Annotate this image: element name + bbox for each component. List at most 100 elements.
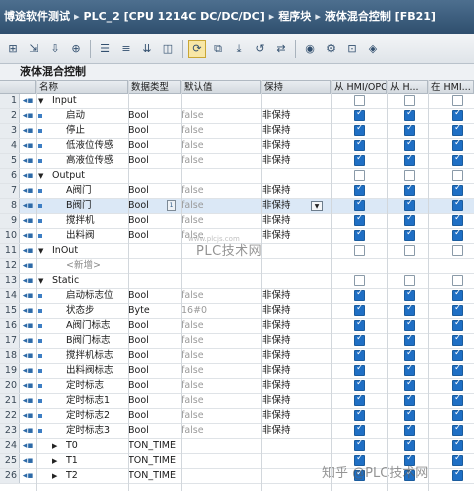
hmi-accessible-checkbox[interactable]	[354, 183, 365, 196]
variable-retain[interactable]: 非保持	[262, 334, 328, 348]
list2-icon[interactable]: ≡	[117, 40, 135, 58]
hmi-visible-checkbox[interactable]	[404, 198, 415, 211]
hmi-setpoint-checkbox[interactable]	[452, 138, 463, 151]
variable-name[interactable]: T0	[66, 439, 128, 453]
row-number[interactable]: 20	[0, 379, 20, 393]
variable-default-value[interactable]: false	[181, 289, 259, 303]
variable-datatype[interactable]: TON_TIME	[128, 439, 180, 453]
variable-retain[interactable]: 非保持	[262, 424, 328, 438]
download-icon[interactable]: ⇩	[46, 40, 64, 58]
variable-name[interactable]: 出料阀	[66, 229, 128, 243]
breadcrumb-item[interactable]: 程序块	[278, 0, 311, 34]
variable-retain[interactable]	[262, 469, 328, 483]
retain-icon[interactable]: ⊡	[343, 40, 361, 58]
breadcrumb-item[interactable]: 液体混合控制 [FB21]	[325, 0, 436, 34]
hmi-setpoint-checkbox[interactable]	[452, 228, 463, 241]
hmi-visible-checkbox[interactable]	[404, 423, 415, 436]
variable-default-value[interactable]: false	[181, 379, 259, 393]
hmi-setpoint-checkbox[interactable]	[452, 363, 463, 376]
hmi-visible-checkbox[interactable]	[404, 108, 415, 121]
hmi-visible-checkbox[interactable]	[404, 170, 415, 181]
variable-default-value[interactable]: false	[181, 409, 259, 423]
variable-name[interactable]: B阀门	[66, 199, 128, 213]
variable-retain[interactable]: 非保持	[262, 364, 328, 378]
variable-name[interactable]: A阀门	[66, 184, 128, 198]
variable-default-value[interactable]	[181, 259, 259, 273]
variable-retain[interactable]: 非保持	[262, 349, 328, 363]
expand-icon[interactable]: ▶	[52, 454, 57, 468]
variable-default-value[interactable]: false	[181, 199, 259, 213]
variable-retain[interactable]: 非保持	[262, 319, 328, 333]
variable-retain[interactable]	[262, 169, 328, 183]
variable-name[interactable]: Static	[52, 274, 128, 288]
hmi-setpoint-checkbox[interactable]	[452, 348, 463, 361]
variable-default-value[interactable]: false	[181, 334, 259, 348]
header-name[interactable]: 名称	[36, 81, 128, 94]
row-number[interactable]: 5	[0, 154, 20, 168]
variable-default-value[interactable]: false	[181, 109, 259, 123]
hmi-visible-checkbox[interactable]	[404, 245, 415, 256]
row-number[interactable]: 14	[0, 289, 20, 303]
variable-default-value[interactable]	[181, 169, 259, 183]
hmi-setpoint-checkbox[interactable]	[452, 468, 463, 481]
variable-retain[interactable]: 非保持	[262, 409, 328, 423]
variable-default-value[interactable]: false	[181, 139, 259, 153]
row-number[interactable]: 8	[0, 199, 20, 213]
hmi-visible-checkbox[interactable]	[404, 275, 415, 286]
variable-name[interactable]: 启动	[66, 109, 128, 123]
collapse-icon[interactable]: ▼	[38, 274, 43, 288]
variable-name[interactable]: 低液位传感	[66, 139, 128, 153]
variable-retain[interactable]	[262, 259, 328, 273]
list-icon[interactable]: ☰	[96, 40, 114, 58]
variable-datatype[interactable]: Bool	[128, 319, 180, 333]
hmi-accessible-checkbox[interactable]	[354, 228, 365, 241]
variable-datatype[interactable]: Bool	[128, 139, 180, 153]
variable-datatype[interactable]: Bool	[128, 349, 180, 363]
restore-icon[interactable]: ↺	[251, 40, 269, 58]
variable-datatype[interactable]: Bool	[128, 109, 180, 123]
row-number[interactable]: 22	[0, 409, 20, 423]
hmi-accessible-checkbox[interactable]	[354, 348, 365, 361]
hmi-accessible-checkbox[interactable]	[354, 303, 365, 316]
variable-default-value[interactable]: false	[181, 424, 259, 438]
table-row[interactable]: 14 ◂▪ 启动标志位 Bool false 非保持	[0, 288, 474, 304]
row-number[interactable]: 10	[0, 229, 20, 243]
hmi-accessible-checkbox[interactable]	[354, 423, 365, 436]
hmi-visible-checkbox[interactable]	[404, 318, 415, 331]
hmi-visible-checkbox[interactable]	[404, 138, 415, 151]
load-values-icon[interactable]: ⤓	[230, 40, 248, 58]
row-number[interactable]: 2	[0, 109, 20, 123]
header-default[interactable]: 默认值	[181, 81, 261, 94]
collapse-icon[interactable]: ▼	[38, 244, 43, 258]
row-number[interactable]: 15	[0, 304, 20, 318]
add-block-icon[interactable]: ⊞	[4, 40, 22, 58]
variable-default-value[interactable]: false	[181, 154, 259, 168]
variable-datatype[interactable]: Byte	[128, 304, 180, 318]
variable-name[interactable]: 出料阀标志	[66, 364, 128, 378]
hmi-accessible-checkbox[interactable]	[354, 123, 365, 136]
variable-retain[interactable]: 非保持	[262, 304, 328, 318]
monitor-icon[interactable]: ◉	[301, 40, 319, 58]
row-number[interactable]: 7	[0, 184, 20, 198]
hmi-visible-checkbox[interactable]	[404, 393, 415, 406]
hmi-accessible-checkbox[interactable]	[354, 198, 365, 211]
variable-name[interactable]: 定时标志	[66, 379, 128, 393]
variable-retain[interactable]: 非保持	[262, 139, 328, 153]
settings-icon[interactable]: ⚙	[322, 40, 340, 58]
hmi-visible-checkbox[interactable]	[404, 303, 415, 316]
hmi-accessible-checkbox[interactable]	[354, 333, 365, 346]
hmi-visible-checkbox[interactable]	[404, 408, 415, 421]
collapse-icon[interactable]: ▼	[38, 169, 43, 183]
table-row[interactable]: 7 ◂▪ A阀门 Bool false 非保持	[0, 183, 474, 199]
row-number[interactable]: 26	[0, 469, 20, 483]
header-retain[interactable]: 保持	[261, 81, 331, 94]
table-row[interactable]: 17 ◂▪ B阀门标志 Bool false 非保持	[0, 333, 474, 349]
row-number[interactable]: 9	[0, 214, 20, 228]
variable-datatype[interactable]: TON_TIME	[128, 469, 180, 483]
table-row[interactable]: 13 ◂▪ ▼ Static	[0, 274, 474, 289]
variable-retain[interactable]: 非保持	[262, 109, 328, 123]
hmi-accessible-checkbox[interactable]	[354, 138, 365, 151]
variable-default-value[interactable]: false	[181, 394, 259, 408]
variable-default-value[interactable]: false	[181, 349, 259, 363]
table-row[interactable]: 16 ◂▪ A阀门标志 Bool false 非保持	[0, 318, 474, 334]
